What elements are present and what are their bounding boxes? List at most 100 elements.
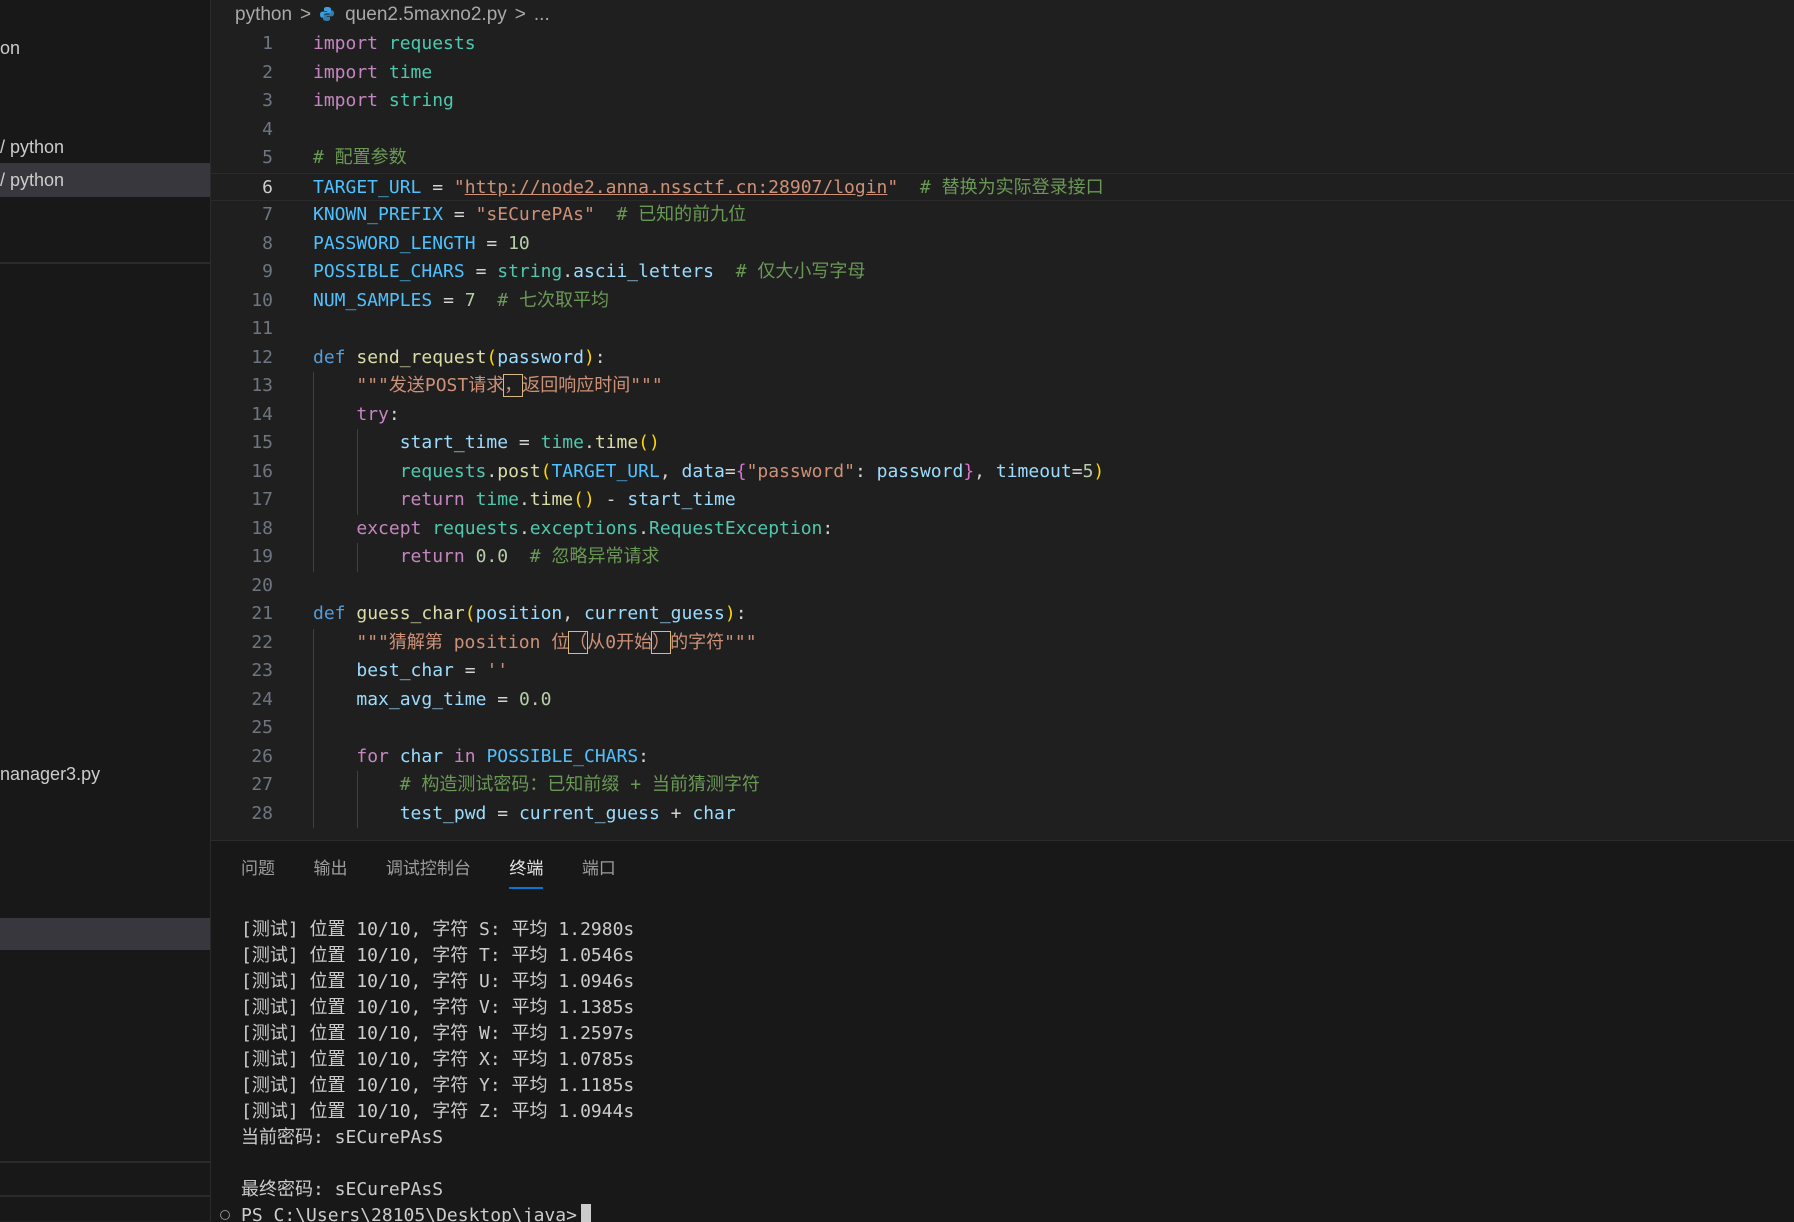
token: current_guess <box>583 603 725 624</box>
code-line[interactable]: 13 """发送POST请求，返回响应时间""" <box>211 372 1794 401</box>
token: POSSIBLE_CHARS <box>313 261 465 282</box>
explorer-item-label: / python <box>0 170 65 190</box>
token: def <box>313 346 346 368</box>
breadcrumb-file[interactable]: quen2.5maxno2.py <box>345 4 507 25</box>
code-line[interactable]: 24 max_avg_time = 0.0 <box>211 685 1794 714</box>
tab-problems[interactable]: 问题 <box>241 851 275 887</box>
explorer-sidebar: on / python / python nanager3.py <box>0 0 211 1221</box>
explorer-item-label: nanager3.py <box>0 764 101 784</box>
token: requests <box>432 517 519 539</box>
terminal-line: [测试] 位置 10/10, 字符 X: 平均 1.0785s <box>241 1049 635 1070</box>
breadcrumb-symbols[interactable]: ... <box>534 4 550 25</box>
token: NUM_SAMPLES <box>313 289 433 311</box>
code-line[interactable]: 11 <box>211 315 1794 344</box>
code-text: NUM_SAMPLES = 7 # 七次取平均 <box>313 289 609 311</box>
line-number: 15 <box>251 432 273 453</box>
code-line[interactable]: 3 import string <box>211 87 1794 116</box>
code-line[interactable]: 16 requests.post(TARGET_URL, data={"pass… <box>211 457 1794 486</box>
code-line[interactable]: 10 NUM_SAMPLES = 7 # 七次取平均 <box>211 287 1794 316</box>
terminal-line: [测试] 位置 10/10, 字符 Y: 平均 1.1185s <box>241 1075 635 1096</box>
line-number: 21 <box>251 603 273 624</box>
line-number: 12 <box>251 346 273 368</box>
code-line[interactable]: 28 test_pwd = current_guess + char <box>211 799 1794 828</box>
line-number: 23 <box>251 660 273 681</box>
terminal-line: [测试] 位置 10/10, 字符 S: 平均 1.2980s <box>241 919 635 940</box>
code-line-current[interactable]: 6 TARGET_URL = "http://node2.anna.nssctf.… <box>211 172 1794 201</box>
token: '' <box>486 660 509 681</box>
token: 10 <box>508 232 530 254</box>
code-line[interactable]: 7 KNOWN_PREFIX = "sECurePAs" # 已知的前九位 <box>211 201 1794 230</box>
code-line[interactable]: 9 POSSIBLE_CHARS = string.ascii_letters #… <box>211 258 1794 287</box>
tab-debug-console[interactable]: 调试控制台 <box>386 851 471 887</box>
token: """发送POST请求 <box>356 375 505 396</box>
code-line[interactable]: 25 <box>211 714 1794 743</box>
panel-tabs: 问题 输出 调试控制台 终端 端口 <box>241 851 650 891</box>
line-number: 5 <box>262 147 273 168</box>
code-text: return time.time() - start_time <box>399 489 736 510</box>
token: ascii_letters <box>573 261 715 282</box>
code-line[interactable]: 19 return 0.0 # 忽略异常请求 <box>211 543 1794 572</box>
explorer-item-highlight[interactable] <box>0 918 210 950</box>
token: import <box>313 90 379 111</box>
sidebar-divider <box>0 262 210 264</box>
terminal-line: [测试] 位置 10/10, 字符 T: 平均 1.0546s <box>241 945 635 966</box>
token: 的字符""" <box>670 631 757 653</box>
terminal-line: [测试] 位置 10/10, 字符 W: 平均 1.2597s <box>241 1023 635 1044</box>
token: ， <box>503 374 524 397</box>
code-line[interactable]: 2 import time <box>211 59 1794 88</box>
code-text: POSSIBLE_CHARS = string.ascii_letters # … <box>313 261 866 282</box>
terminal-output[interactable]: [测试] 位置 10/10, 字符 S: 平均 1.2980s [测试] 位置 … <box>241 917 634 1222</box>
code-line[interactable]: 15 start_time = time.time() <box>211 429 1794 458</box>
sidebar-divider <box>0 1161 210 1163</box>
code-line[interactable]: 14 try: <box>211 400 1794 429</box>
tab-output[interactable]: 输出 <box>313 851 347 887</box>
token: import <box>313 33 379 54</box>
code-line[interactable]: 12 def send_request(password): <box>211 344 1794 373</box>
code-line[interactable]: 22 """猜解第 position 位（从0开始）的字符""" <box>211 628 1794 658</box>
code-line[interactable]: 8 PASSWORD_LENGTH = 10 <box>211 230 1794 259</box>
terminal-prompt-line[interactable]: PS C:\Users\28105\Desktop\java> <box>241 1203 634 1222</box>
code-line[interactable]: 5 # 配置参数 <box>211 144 1794 173</box>
terminal-prompt: PS C:\Users\28105\Desktop\java> <box>241 1205 577 1222</box>
explorer-item-manager3[interactable]: nanager3.py <box>0 757 210 791</box>
code-text: TARGET_URL = "http://node2.anna.nssctf.c… <box>313 176 1104 198</box>
explorer-item-python-selected[interactable]: / python <box>0 163 210 197</box>
code-line[interactable]: 20 <box>211 572 1794 601</box>
token: requests <box>399 460 487 482</box>
code-line[interactable]: 23 best_char = '' <box>211 657 1794 686</box>
token: 5 <box>1082 460 1094 482</box>
line-number: 20 <box>251 574 273 596</box>
code-text: """猜解第 position 位（从0开始）的字符""" <box>313 629 757 658</box>
code-line[interactable]: 26 for char in POSSIBLE_CHARS: <box>211 742 1794 771</box>
explorer-item-python[interactable]: / python <box>0 130 210 164</box>
token: sECurePAs <box>486 204 584 225</box>
breadcrumb-folder[interactable]: python <box>235 4 292 25</box>
code-line[interactable]: 21 def guess_char(position, current_guess… <box>211 600 1794 629</box>
tab-terminal[interactable]: 终端 <box>509 851 544 889</box>
code-line[interactable]: 18 except requests.exceptions.RequestExc… <box>211 514 1794 543</box>
token: max_avg_time <box>356 688 487 710</box>
code-line[interactable]: 17 return time.time() - start_time <box>211 486 1794 515</box>
command-status-circle-icon[interactable] <box>220 1210 230 1220</box>
code-text: import string <box>313 87 454 116</box>
explorer-item[interactable]: on <box>0 31 210 65</box>
line-number: 9 <box>262 261 273 282</box>
token: （ <box>568 630 589 654</box>
line-number: 8 <box>262 232 273 254</box>
code-line[interactable]: 1 import requests <box>211 30 1794 59</box>
token: ） <box>651 630 672 654</box>
code-text: import time <box>313 59 432 88</box>
code-line[interactable]: 4 <box>211 116 1794 145</box>
explorer-item-label: / python <box>0 137 65 157</box>
token: for <box>356 745 389 767</box>
url-link[interactable]: http://node2.anna.nssctf.cn:28907/login <box>465 177 888 198</box>
tab-ports[interactable]: 端口 <box>582 851 616 887</box>
line-number: 6 <box>262 176 273 198</box>
token: # 构造测试密码：已知前缀 + 当前猜测字符 <box>399 774 760 795</box>
code-line[interactable]: 27 # 构造测试密码：已知前缀 + 当前猜测字符 <box>211 771 1794 800</box>
token: exceptions <box>529 517 639 539</box>
code-editor[interactable]: python > quen2.5maxno2.py >... 1 import requ… <box>211 0 1794 840</box>
line-number: 1 <box>262 33 273 54</box>
code-lines[interactable]: 1 import requests 2 import time 3 import st… <box>211 30 1794 828</box>
token: send_request <box>356 346 487 368</box>
